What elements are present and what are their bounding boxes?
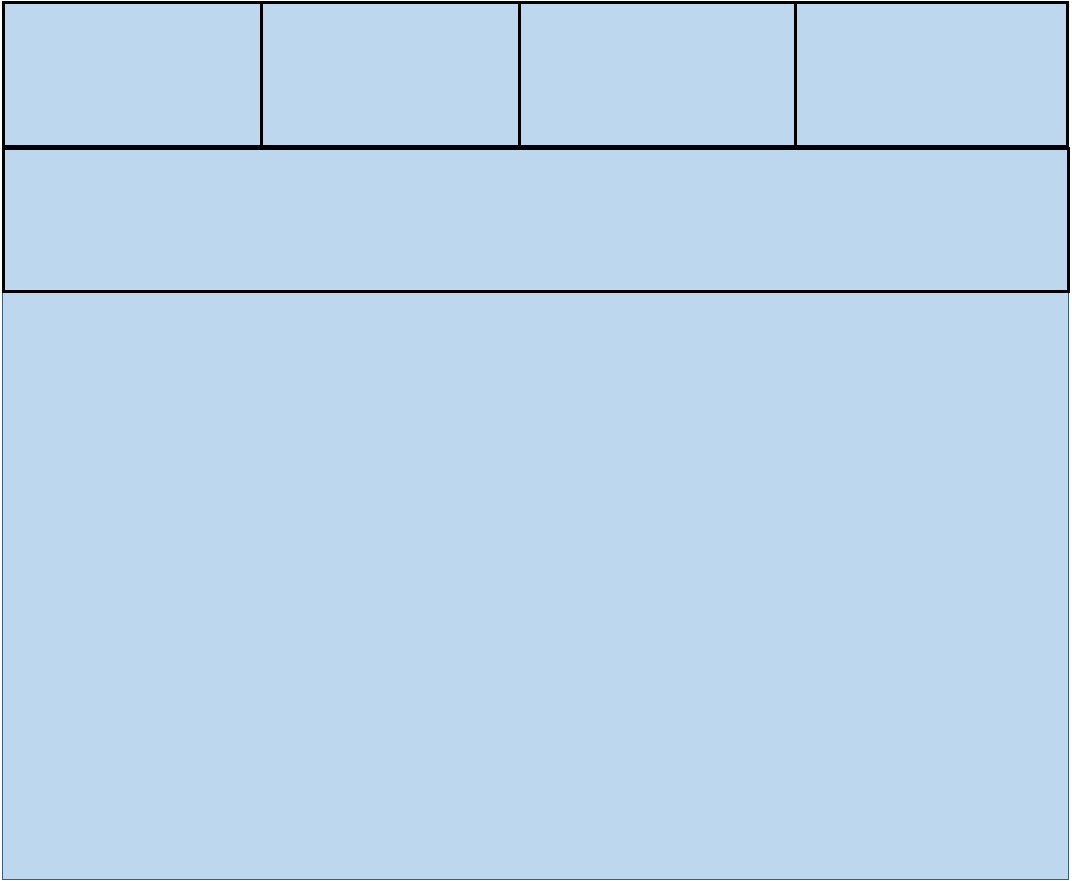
top-row: [2, 1, 1069, 148]
diagram-canvas: [0, 0, 1072, 881]
top-cell-3: [521, 4, 797, 145]
top-cell-4: [797, 4, 1066, 145]
middle-band: [2, 147, 1070, 293]
top-cell-2: [263, 4, 521, 145]
top-cell-1: [5, 4, 263, 145]
